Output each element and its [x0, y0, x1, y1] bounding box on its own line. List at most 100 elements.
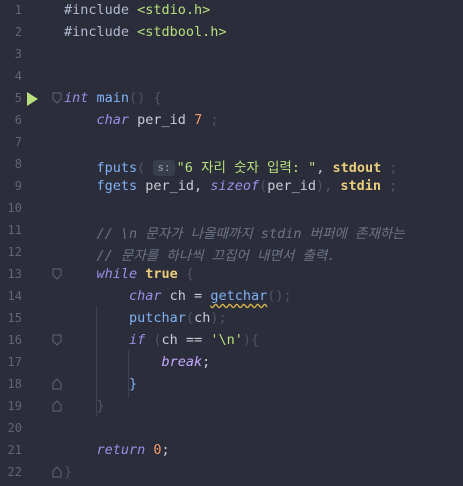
line-number: 3 — [14, 47, 22, 61]
code-token: per_id — [129, 112, 195, 128]
line-number: 14 — [7, 289, 22, 303]
code-line[interactable]: 18 } — [0, 374, 463, 396]
fold-marker-icon[interactable] — [52, 466, 62, 478]
code-text: fgets per_id, sizeof(per_id), stdin ; — [64, 178, 398, 194]
code-text: #include <stdio.h> — [64, 2, 210, 18]
fold-marker-icon[interactable] — [52, 334, 62, 346]
line-number: 13 — [7, 267, 22, 281]
code-line[interactable]: 2 #include <stdbool.h> — [0, 22, 463, 44]
code-token: #include — [64, 24, 138, 40]
code-line[interactable]: 22} — [0, 462, 463, 484]
code-line[interactable]: 12 // 문자를 하나씩 끄집어 내면서 출력. — [0, 242, 463, 264]
code-token: == — [185, 332, 203, 348]
code-text: // \n 문자가 나올때까지 stdin 버퍼에 존재하는 — [64, 222, 405, 242]
line-number: 12 — [7, 245, 22, 259]
code-token: ), — [316, 178, 341, 194]
code-token: fgets — [64, 178, 138, 194]
code-line[interactable]: 7 — [0, 132, 463, 154]
code-line[interactable]: 1 #include <stdio.h> — [0, 0, 463, 22]
code-token: "6 자리 숫자 입력: " — [176, 160, 317, 176]
code-line[interactable]: 6 char per_id 7 ; — [0, 110, 463, 132]
code-token: true — [137, 266, 178, 282]
code-token: <stdbool.h> — [137, 24, 227, 40]
line-number: 9 — [14, 179, 22, 193]
code-line[interactable]: 17 break; — [0, 352, 463, 374]
code-token: ( — [185, 310, 195, 326]
code-line[interactable]: 3 — [0, 44, 463, 66]
code-token: '\n' — [202, 332, 243, 348]
line-number: 21 — [7, 443, 22, 457]
line-number: 1 — [14, 3, 22, 17]
code-token: } — [64, 398, 105, 414]
code-text: char ch = getchar(); — [64, 288, 292, 304]
code-text: while true { — [64, 266, 195, 282]
code-line[interactable]: 4 — [0, 66, 463, 88]
code-token: (); — [267, 288, 292, 304]
run-arrow-icon[interactable] — [27, 92, 38, 106]
code-token: putchar — [64, 310, 186, 326]
code-token: int — [64, 90, 89, 106]
code-text: putchar(ch); — [64, 310, 227, 326]
code-text: if (ch == '\n'){ — [64, 332, 259, 348]
code-token: sizeof — [210, 178, 260, 194]
code-text: fputs( s: "6 자리 숫자 입력: ", stdout ; — [64, 156, 398, 176]
code-token: ( — [137, 160, 154, 176]
code-line[interactable]: 10 — [0, 198, 463, 220]
code-text: #include <stdbool.h> — [64, 24, 227, 40]
code-token: () { — [129, 90, 162, 106]
line-number: 20 — [7, 421, 22, 435]
code-token: } — [64, 464, 73, 480]
line-number: 22 — [7, 465, 22, 479]
code-token: // 문자를 하나씩 끄집어 내면서 출력. — [64, 248, 336, 264]
code-text: return 0; — [64, 442, 170, 458]
line-number: 16 — [7, 333, 22, 347]
code-token: fputs — [64, 160, 138, 176]
code-token: ; — [161, 442, 170, 458]
code-line[interactable]: 8 fputs( s: "6 자리 숫자 입력: ", stdout ; — [0, 154, 463, 176]
line-number: 19 — [7, 399, 22, 413]
code-token: ; — [381, 160, 398, 176]
fold-marker-icon[interactable] — [52, 378, 62, 390]
code-token: stdout — [332, 160, 382, 176]
code-token: , — [316, 160, 333, 176]
code-line[interactable]: 15 putchar(ch); — [0, 308, 463, 330]
code-token: ; — [202, 354, 211, 370]
code-line[interactable]: 19 } — [0, 396, 463, 418]
code-text: } — [64, 464, 72, 480]
code-token: break — [64, 354, 203, 370]
code-line[interactable]: 21 return 0; — [0, 440, 463, 462]
code-token: { — [177, 266, 195, 282]
code-editor[interactable]: 1 #include <stdio.h> 2 #include <stdbool.h>… — [0, 0, 463, 486]
line-number: 15 — [7, 311, 22, 325]
code-token: <stdio.h> — [137, 2, 211, 18]
code-line[interactable]: 20 — [0, 418, 463, 440]
code-token: ( — [145, 332, 162, 348]
code-token: char — [64, 288, 162, 304]
fold-marker-icon[interactable] — [52, 92, 62, 104]
code-token: while — [64, 266, 138, 282]
line-number: 7 — [14, 135, 22, 149]
parameter-hint: s: — [153, 160, 175, 176]
line-number: 5 — [14, 91, 22, 105]
code-line[interactable]: 14 char ch = getchar(); — [0, 286, 463, 308]
fold-marker-icon[interactable] — [52, 400, 62, 412]
fold-marker-icon[interactable] — [52, 268, 62, 280]
code-line[interactable]: 16 if (ch == '\n'){ — [0, 330, 463, 352]
code-token: 0 — [145, 442, 162, 458]
code-text: char per_id 7 ; — [64, 112, 219, 128]
indent-guide — [96, 306, 97, 416]
code-line[interactable]: 5 int main() { — [0, 88, 463, 110]
code-line[interactable]: 9 fgets per_id, sizeof(per_id), stdin ; — [0, 176, 463, 198]
code-line[interactable]: 11 // \n 문자가 나올때까지 stdin 버퍼에 존재하는 — [0, 220, 463, 242]
code-token: if — [64, 332, 146, 348]
code-token: per_id — [267, 178, 317, 194]
code-token: ; — [202, 112, 219, 128]
line-number: 18 — [7, 377, 22, 391]
code-token: } — [64, 376, 138, 392]
line-number: 4 — [14, 69, 22, 83]
code-token: ch — [161, 332, 186, 348]
code-token: ); — [210, 310, 227, 326]
code-text: } — [64, 376, 137, 392]
code-token: // \n 문자가 나올때까지 stdin 버퍼에 존재하는 — [64, 226, 405, 242]
code-line[interactable]: 13 while true { — [0, 264, 463, 286]
